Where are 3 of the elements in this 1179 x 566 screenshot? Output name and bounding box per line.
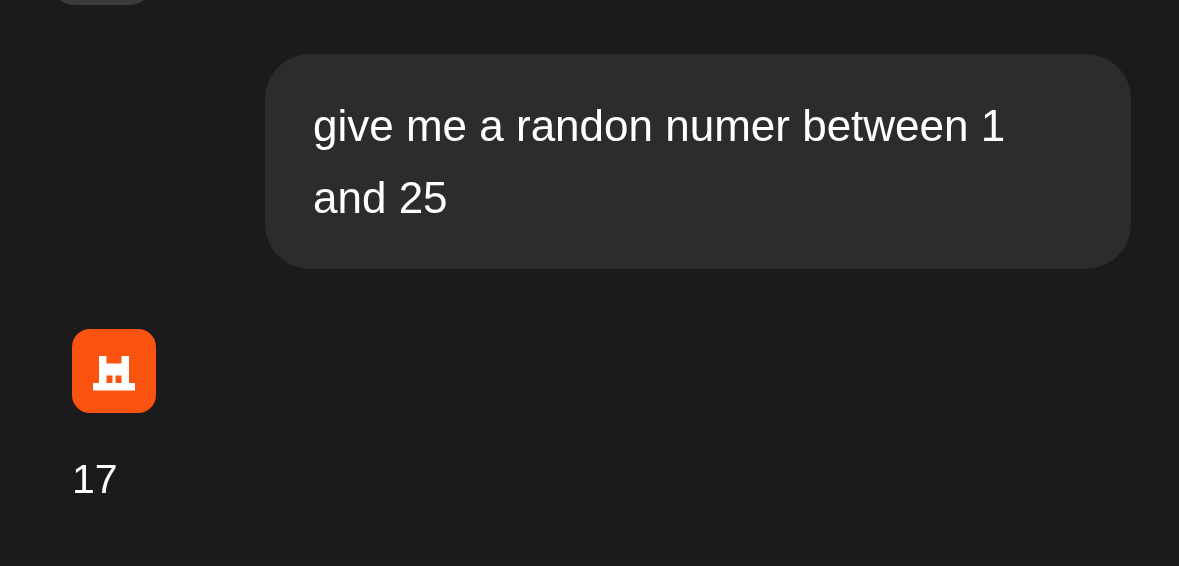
reply-text: 17 [72, 459, 119, 500]
message-text: give me a randon numer between 1 and 25 [313, 100, 1007, 224]
logo-icon [72, 329, 156, 413]
